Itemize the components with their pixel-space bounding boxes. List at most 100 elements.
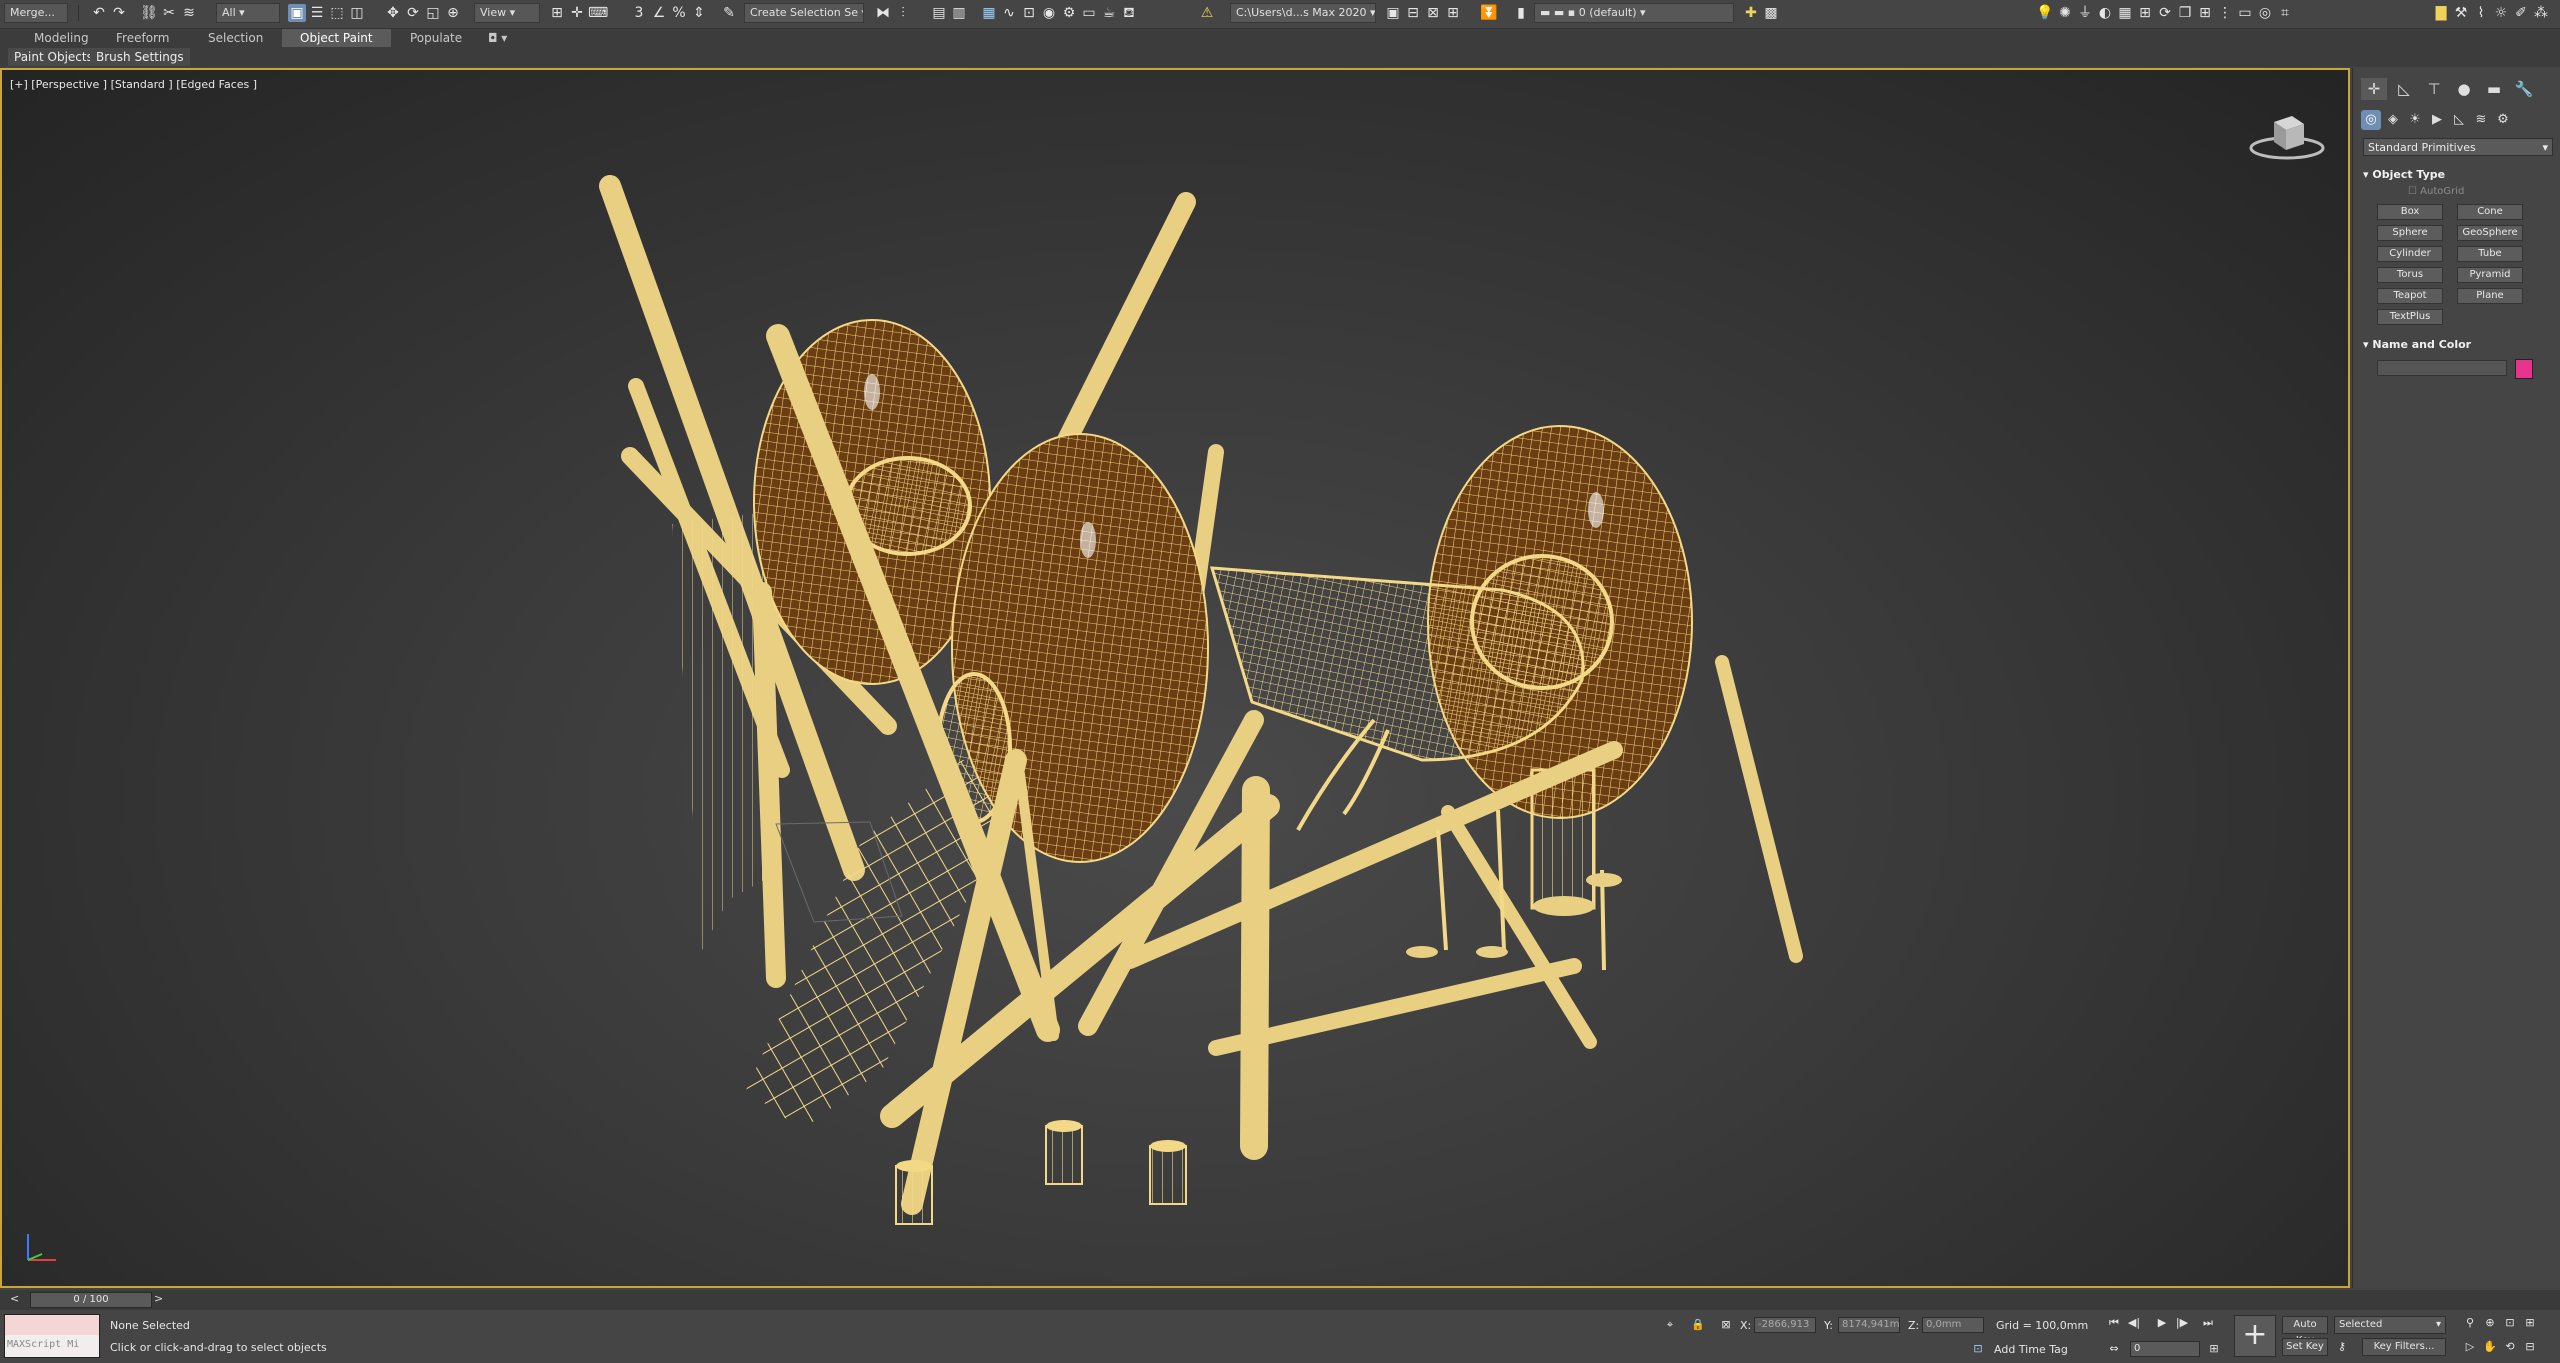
ribbon-toggle-icon[interactable]: ▦ (980, 4, 998, 22)
maximize-viewport-icon[interactable]: ⊟ (2522, 1339, 2538, 1355)
manipulate-icon[interactable]: ✛ (568, 4, 586, 22)
playground-model[interactable] (2, 70, 2348, 1286)
layer-panel-icon[interactable]: ▮ (1512, 4, 1530, 22)
layer-manager-icon[interactable]: ▤ (930, 4, 948, 22)
field-of-view-icon[interactable]: ▷ (2462, 1339, 2478, 1355)
unlink-icon[interactable]: ✂ (160, 4, 178, 22)
sun-icon[interactable]: ✺ (2056, 4, 2074, 22)
y-coordinate-field[interactable]: 8174,941m (1838, 1317, 1900, 1333)
maxscript-listener[interactable]: MAXScript Mi (4, 1314, 100, 1358)
grid-icon[interactable]: ⊞ (2196, 4, 2214, 22)
hierarchy-tab-icon[interactable]: ⊤ (2421, 78, 2447, 100)
frame-icon[interactable]: ▭ (2236, 4, 2254, 22)
clip-icon[interactable]: ⌗ (2276, 4, 2294, 22)
utilities-tab-icon[interactable]: 🔧 (2511, 78, 2537, 100)
key-mode-icon[interactable]: ⇔ (2106, 1341, 2122, 1357)
lock-icon[interactable]: 🔒 (1690, 1317, 1706, 1333)
tab-object-paint[interactable]: Object Paint (282, 29, 391, 47)
cylinder-button[interactable]: Cylinder (2377, 246, 2443, 262)
add-time-tag-button[interactable]: Add Time Tag (1994, 1343, 2068, 1356)
teapot-button[interactable]: Teapot (2377, 288, 2443, 304)
geosphere-button[interactable]: GeoSphere (2457, 225, 2523, 241)
primitives-category-dropdown[interactable]: Standard Primitives ▾ (2363, 138, 2553, 156)
brush-settings-panel[interactable]: Brush Settings (90, 48, 190, 66)
key-icon[interactable]: ⚷ (2334, 1339, 2350, 1355)
zoom-all-icon[interactable]: ⊕ (2482, 1315, 2498, 1331)
percent-snap-icon[interactable]: % (670, 4, 688, 22)
scatter-icon[interactable]: ⁂ (2532, 4, 2550, 22)
keyboard-shortcut-icon[interactable]: ⌨ (588, 4, 608, 22)
curve-editor-icon[interactable]: ∿ (1000, 4, 1018, 22)
paint-objects-panel[interactable]: Paint Objects (8, 48, 99, 66)
create-tab-icon[interactable]: ✛ (2361, 78, 2387, 100)
folder-icon[interactable]: ▇ (2432, 4, 2450, 22)
helpers-icon[interactable]: ◺ (2449, 110, 2469, 130)
orbit-icon[interactable]: ⟲ (2502, 1339, 2518, 1355)
globe-icon[interactable]: ◎ (2256, 4, 2274, 22)
warning-icon[interactable]: ⚠ (1198, 4, 1216, 22)
reference-coordinate-dropdown[interactable]: View ▾ (474, 3, 540, 23)
tools-icon[interactable]: ⚒ (2452, 4, 2470, 22)
render-active-icon[interactable]: ⛾ (1120, 4, 1138, 22)
bulb-icon[interactable]: ☼ (2492, 4, 2510, 22)
time-slider[interactable]: 0 / 100 (30, 1292, 152, 1308)
placement-icon[interactable]: ⊕ (444, 4, 462, 22)
tab-freeform[interactable]: Freeform (116, 29, 169, 47)
absolute-mode-icon[interactable]: ⊠ (1718, 1317, 1734, 1333)
add-to-layer-icon[interactable]: ▩ (1762, 4, 1780, 22)
rectangular-selection-icon[interactable]: ⬚ (328, 4, 346, 22)
container-icon[interactable]: ⊞ (2136, 4, 2154, 22)
mirror-icon[interactable]: ⧓ (874, 4, 892, 22)
systems-icon[interactable]: ⚙ (2493, 110, 2513, 130)
perspective-viewport[interactable]: [+] [Perspective ] [Standard ] [Edged Fa… (0, 68, 2350, 1288)
pivot-icon[interactable]: ⊞ (548, 4, 566, 22)
create-layer-icon[interactable]: ✚ (1742, 4, 1760, 22)
ribbon-options-icon[interactable]: ◘ ▾ (488, 29, 507, 47)
object-color-swatch[interactable] (2515, 359, 2533, 379)
isolation-icon[interactable]: ⌖ (1662, 1317, 1678, 1333)
key-filters-button[interactable]: Key Filters... (2362, 1338, 2446, 1356)
edit-named-selection-icon[interactable]: ✎ (720, 4, 738, 22)
autogrid-checkbox[interactable]: ☐ AutoGrid (2408, 186, 2464, 197)
project-path-dropdown[interactable]: C:\Users\d...s Max 2020 ▾ (1230, 3, 1376, 23)
set-keys-button[interactable]: + (2234, 1315, 2276, 1357)
time-tag-icon[interactable]: ⊡ (1970, 1341, 1986, 1357)
auto-key-button[interactable]: Auto Key (2282, 1316, 2328, 1346)
merge-button[interactable]: Merge... (4, 3, 68, 23)
open-folder-icon[interactable]: ⊟ (1404, 4, 1422, 22)
zoom-icon[interactable]: ⚲ (2462, 1315, 2478, 1331)
bind-space-warp-icon[interactable]: ≋ (180, 4, 198, 22)
play-icon[interactable]: ▶ (2154, 1315, 2170, 1331)
time-configuration-icon[interactable]: ⊞ (2206, 1341, 2222, 1357)
paint-icon[interactable]: ✐ (2512, 4, 2530, 22)
x-coordinate-field[interactable]: -2866,913 (1754, 1317, 1816, 1333)
zoom-extents-icon[interactable]: ⊡ (2502, 1315, 2518, 1331)
selected-dropdown[interactable]: Selected ▾ (2334, 1316, 2446, 1334)
render-setup-icon[interactable]: ⚙ (1060, 4, 1078, 22)
material-editor-icon[interactable]: ◉ (1040, 4, 1058, 22)
pyramid-button[interactable]: Pyramid (2457, 267, 2523, 283)
named-selection-dropdown[interactable]: Create Selection Se ▾ (744, 3, 864, 23)
redo-icon[interactable]: ↷ (110, 4, 128, 22)
refresh-icon[interactable]: ⟳ (2156, 4, 2174, 22)
maxscript-input[interactable]: MAXScript Mi (5, 1335, 99, 1355)
z-coordinate-field[interactable]: 0,0mm (1922, 1317, 1984, 1333)
textplus-button[interactable]: TextPlus (2377, 309, 2443, 325)
object-name-field[interactable] (2377, 360, 2507, 376)
plane-button[interactable]: Plane (2457, 288, 2523, 304)
current-frame-field[interactable]: 0 (2130, 1341, 2200, 1357)
tab-populate[interactable]: Populate (410, 29, 462, 47)
tab-modeling[interactable]: Modeling (34, 29, 89, 47)
snaps-toggle-icon[interactable]: 3 (630, 4, 648, 22)
align-icon[interactable]: ⫶ (894, 4, 912, 22)
next-frame-icon[interactable]: |▶ (2174, 1315, 2190, 1331)
time-next-icon[interactable]: > (154, 1292, 163, 1305)
box-button[interactable]: Box (2377, 204, 2443, 220)
go-to-end-icon[interactable]: ⏭ (2200, 1315, 2216, 1331)
scene-explorer-icon[interactable]: ▥ (950, 4, 968, 22)
render-icon[interactable]: ☕ (1100, 4, 1118, 22)
isolate-icon[interactable]: ◐ (2096, 4, 2114, 22)
modify-tab-icon[interactable]: ◺ (2391, 78, 2417, 100)
select-by-name-icon[interactable]: ☰ (308, 4, 326, 22)
render-frame-icon[interactable]: ▭ (1080, 4, 1098, 22)
